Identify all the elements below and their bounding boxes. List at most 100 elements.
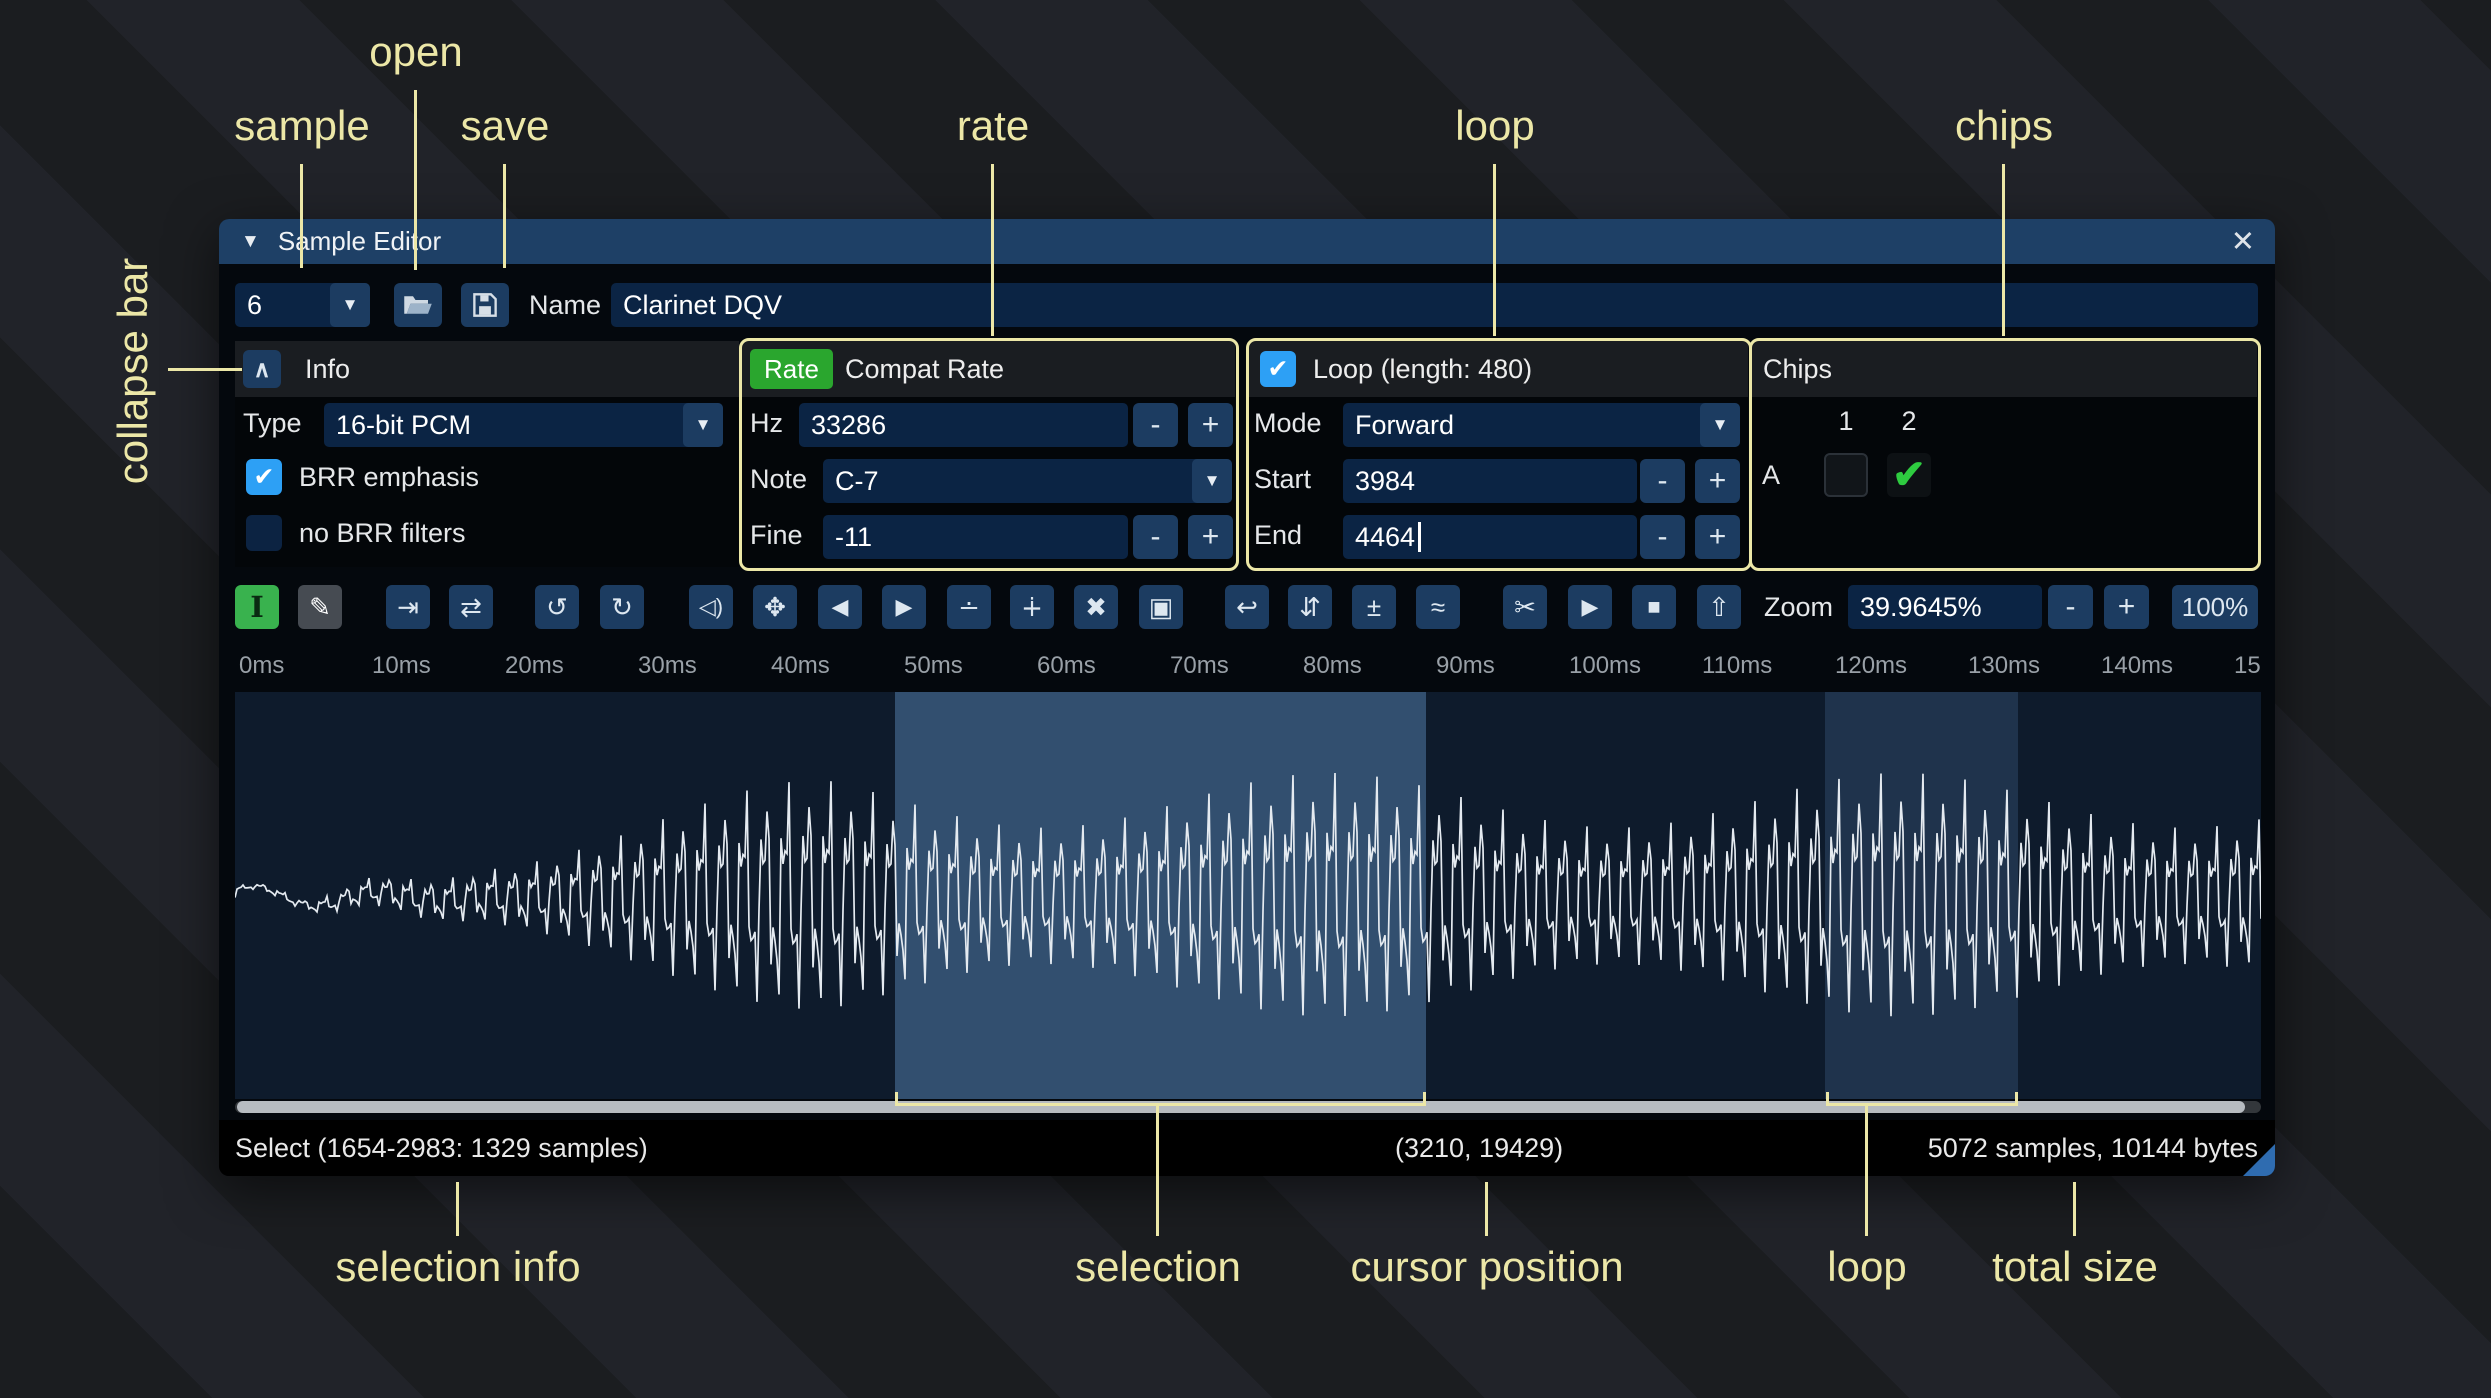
loop-header-label: Loop (length: 480) xyxy=(1313,353,1533,384)
toolbar-button-delete[interactable]: ✖ xyxy=(1074,585,1118,629)
selection-annotation-bracket xyxy=(895,1092,1426,1106)
toolbar-button-cut[interactable]: ✂ xyxy=(1503,585,1547,629)
ruler-label: 0ms xyxy=(239,652,285,679)
note-select[interactable]: C-7 ▼ xyxy=(823,459,1232,503)
save-button[interactable] xyxy=(461,283,509,327)
toolbar-button-fade-out[interactable]: ▶ xyxy=(882,585,926,629)
toolbar-button-fade-in[interactable]: ◀ xyxy=(818,585,862,629)
zoom-out-button[interactable]: - xyxy=(2048,585,2093,629)
toolbar-button-edit-select[interactable]: I xyxy=(235,585,279,629)
chevron-down-icon[interactable]: ▼ xyxy=(683,403,723,447)
loop-start-increment-button[interactable]: + xyxy=(1695,459,1740,503)
window-resize-grip[interactable] xyxy=(2243,1144,2275,1176)
toolbar-button-edit-draw[interactable]: ✎ xyxy=(298,585,342,629)
brr-emphasis-checkbox[interactable]: ✔ xyxy=(246,459,282,495)
brr-emphasis-label: BRR emphasis xyxy=(299,461,480,492)
open-button[interactable] xyxy=(394,283,442,327)
chevron-down-icon[interactable]: ▼ xyxy=(330,283,370,327)
waveform-plot xyxy=(235,772,2261,1017)
toolbar-button-undo[interactable]: ↺ xyxy=(535,585,579,629)
loop-start-decrement-button[interactable]: - xyxy=(1640,459,1685,503)
chevron-down-icon[interactable]: ▼ xyxy=(1192,459,1232,503)
rate-header-label: Compat Rate xyxy=(845,353,1005,384)
status-bar: Select (1654-2983: 1329 samples) (3210, … xyxy=(219,1120,2275,1176)
zoom-in-button[interactable]: + xyxy=(2104,585,2149,629)
annotation-sample: sample xyxy=(234,102,370,149)
toolbar-button-trim[interactable]: ▣ xyxy=(1139,585,1183,629)
annotation-rate: rate xyxy=(956,102,1030,149)
toolbar-button-invert[interactable]: ⇵ xyxy=(1288,585,1332,629)
info-header-label: Info xyxy=(305,353,351,384)
mode-label: Mode xyxy=(1254,407,1322,438)
annotation-cursor-position: cursor position xyxy=(1350,1243,1624,1290)
toolbar-button-resample[interactable]: ⇄ xyxy=(449,585,493,629)
loop-panel-header: ✔ Loop (length: 480) xyxy=(1249,341,1748,397)
loop-panel: ✔ Loop (length: 480) Mode Forward ▼ Star… xyxy=(1249,341,1748,567)
sample-number-select[interactable]: 6 ▼ xyxy=(235,283,370,327)
name-input[interactable]: Clarinet DQV xyxy=(611,283,2258,327)
waveform-view[interactable] xyxy=(235,692,2261,1099)
chevron-down-icon[interactable]: ▼ xyxy=(1700,403,1740,447)
toolbar-button-filter[interactable]: ≈ xyxy=(1416,585,1460,629)
loop-end-increment-button[interactable]: + xyxy=(1695,515,1740,559)
ruler-label: 90ms xyxy=(1436,652,1495,679)
toolbar-button-create-instrument[interactable]: ⇧ xyxy=(1697,585,1741,629)
loop-end-input[interactable]: 4464 xyxy=(1343,515,1637,559)
toolbar-button-preview[interactable]: ▶ xyxy=(1568,585,1612,629)
chip-1-checkbox[interactable] xyxy=(1824,453,1868,497)
loop-mode-select[interactable]: Forward ▼ xyxy=(1343,403,1740,447)
chips-panel: Chips 1 2 A ✔ xyxy=(1752,341,2257,567)
loop-enable-checkbox[interactable]: ✔ xyxy=(1260,351,1296,387)
chips-panel-header: Chips xyxy=(1752,341,2257,397)
ruler-label: 150ms xyxy=(2234,652,2261,679)
fine-input[interactable]: -11 xyxy=(823,515,1128,559)
toolbar-button-apply-silence[interactable]: ∔ xyxy=(1010,585,1054,629)
annotation-line-open xyxy=(414,90,417,270)
annotation-loop-bottom: loop xyxy=(1827,1243,1907,1290)
hz-increment-button[interactable]: + xyxy=(1188,403,1233,447)
toolbar-button-insert-silence[interactable]: ∸ xyxy=(947,585,991,629)
no-brr-filters-checkbox[interactable] xyxy=(246,515,282,551)
titlebar[interactable]: ▼ Sample Editor ✕ xyxy=(219,219,2275,264)
ruler-label: 70ms xyxy=(1170,652,1229,679)
close-icon[interactable]: ✕ xyxy=(2231,224,2255,259)
loop-start-input[interactable]: 3984 xyxy=(1343,459,1637,503)
page-background: ▼ Sample Editor ✕ 6 ▼ Name Clarinet DQV xyxy=(0,0,2491,1398)
toolbar-button-sign-exchange[interactable]: ± xyxy=(1352,585,1396,629)
toolbar-button-reverse[interactable]: ↩ xyxy=(1225,585,1269,629)
loop-mode-value: Forward xyxy=(1355,409,1455,440)
chip-2-checkbox[interactable]: ✔ xyxy=(1887,453,1931,497)
window-collapse-icon[interactable]: ▼ xyxy=(241,231,260,253)
zoom-input[interactable]: 39.9645% xyxy=(1848,585,2042,629)
toolbar-button-normalize[interactable]: ✥ xyxy=(753,585,797,629)
name-label: Name xyxy=(529,289,602,320)
annotation-line-collapse-bar xyxy=(168,368,242,371)
name-value: Clarinet DQV xyxy=(623,289,783,320)
toolbar-button-redo[interactable]: ↻ xyxy=(600,585,644,629)
hz-decrement-button[interactable]: - xyxy=(1133,403,1178,447)
fine-label: Fine xyxy=(750,519,803,550)
annotation-save: save xyxy=(460,102,550,149)
ruler-label: 80ms xyxy=(1303,652,1362,679)
fine-decrement-button[interactable]: - xyxy=(1133,515,1178,559)
loop-end-decrement-button[interactable]: - xyxy=(1640,515,1685,559)
toolbar-button-resize[interactable]: ⇥ xyxy=(386,585,430,629)
annotation-line-rate xyxy=(991,164,994,336)
toolbar-button-amplify[interactable]: ◁) xyxy=(689,585,733,629)
hz-input[interactable]: 33286 xyxy=(799,403,1128,447)
annotation-line-loop-bottom xyxy=(1865,1106,1868,1236)
rate-panel-header: Rate Compat Rate xyxy=(742,341,1235,397)
type-select[interactable]: 16-bit PCM ▼ xyxy=(324,403,723,447)
ruler-label: 30ms xyxy=(638,652,697,679)
rate-badge-button[interactable]: Rate xyxy=(750,349,833,389)
collapse-bar-button[interactable]: ∧ xyxy=(243,350,281,388)
toolbar-button-stop[interactable]: ■ xyxy=(1632,585,1676,629)
ruler-label: 40ms xyxy=(771,652,830,679)
annotation-total-size: total size xyxy=(1992,1243,2158,1290)
ruler-label: 120ms xyxy=(1835,652,1908,679)
ruler-label: 50ms xyxy=(904,652,963,679)
fine-increment-button[interactable]: + xyxy=(1188,515,1233,559)
annotation-line-selection xyxy=(1156,1106,1159,1236)
zoom-reset-button[interactable]: 100% xyxy=(2172,585,2258,629)
chips-col-2-label: 2 xyxy=(1901,405,1917,436)
